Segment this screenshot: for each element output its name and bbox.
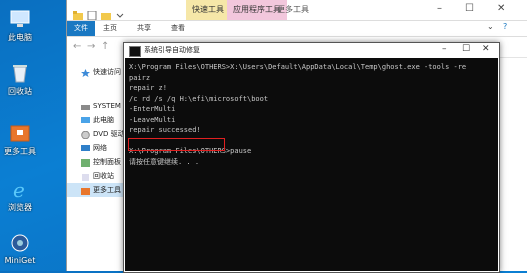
drive-icon [81,102,90,110]
dvd-icon [81,130,90,140]
desktop-icon-miniget[interactable]: MiniGet [0,232,40,265]
desktop-icon-label: 回收站 [8,87,32,96]
maximize-icon[interactable]: ☐ [462,44,470,54]
console-line: pairz [129,73,151,82]
desktop-icon-label: MiniGet [4,256,36,265]
console-line: repair z! [129,84,167,92]
desktop-icon-more-tools[interactable]: 更多工具 [0,122,40,157]
nav-item-label: SYSTEM [93,102,121,110]
new-folder-icon[interactable] [101,5,111,20]
svg-text:e: e [13,178,25,200]
console-line-success: repair successed! [129,126,201,134]
up-icon[interactable]: ↑ [101,41,109,52]
tab-home[interactable]: 主页 [103,21,117,36]
tab-file[interactable]: 文件 [67,21,95,36]
close-icon[interactable]: ✕ [482,44,490,54]
console-line: -EnterMulti [129,105,176,113]
console-line: -LeaveMulti [129,115,176,124]
nav-item-label: 控制面板 [93,158,121,166]
back-icon[interactable]: ← [73,41,81,52]
nav-item-network[interactable]: 网络 [67,141,127,155]
nav-item-label: 快速访问 [93,68,121,76]
control-panel-icon [81,158,90,167]
minimize-icon[interactable]: – [442,44,447,54]
console-output[interactable]: X:\Program Files\OTHERS>X:\Users\Default… [125,58,498,271]
close-icon[interactable]: ✕ [497,3,505,14]
desktop-icon-computer[interactable]: 此电脑 [0,8,40,43]
desktop-icon-recycle-bin[interactable]: 回收站 [0,62,40,97]
recycle-bin-icon [81,172,90,181]
nav-item-label: 更多工具 [93,186,121,194]
nav-item-more-tools[interactable]: 更多工具 [67,183,127,197]
desktop-icon-label: 浏览器 [8,203,32,212]
console-line: /c rd /s /q H:\efi\microsoft\boot [129,94,269,103]
highlight-box [128,138,225,151]
explorer-titlebar: 快速工具 应用程序工具 更多工具 – ☐ ✕ [67,0,527,21]
nav-item-label: 此电脑 [93,116,114,124]
console-line: 请按任意键继续. . . [129,157,200,166]
desktop-icon-label: 此电脑 [8,33,32,42]
nav-item-label: 网络 [93,144,107,152]
desktop-icon-label: 更多工具 [4,147,36,156]
console-line: X:\Program Files\OTHERS>X:\Users\Default… [129,63,467,71]
cmd-window-title: 系统引导自动修复 [144,46,200,54]
navigation-pane: 快速访问 SYSTEM 此电脑 DVD 驱动 网络 控制面板 回收站 更多工具 [67,57,127,271]
cmd-window: 系统引导自动修复 – ☐ ✕ X:\Program Files\OTHERS>X… [123,42,500,273]
forward-icon[interactable]: → [87,41,95,52]
cmd-titlebar: 系统引导自动修复 – ☐ ✕ [124,43,499,58]
ribbon-tabs: 文件 主页 共享 查看 ⌄ ? [67,21,527,37]
network-icon [81,144,90,152]
desktop-icon-ie-browser[interactable]: e 浏览器 [0,178,40,213]
ie-icon: e [8,178,32,202]
tab-share[interactable]: 共享 [137,21,151,36]
maximize-icon[interactable]: ☐ [465,3,474,14]
folder-icon [73,5,83,20]
cmd-icon [129,46,141,57]
miniget-icon [8,232,32,254]
chevron-down-icon[interactable]: ⌄ [487,22,494,31]
properties-icon[interactable] [87,5,97,21]
nav-item-control-panel[interactable]: 控制面板 [67,155,127,169]
toolbox-icon [8,122,32,144]
nav-item-system[interactable]: SYSTEM [67,99,127,113]
chevron-down-icon[interactable] [115,5,125,18]
recycle-bin-icon [8,62,32,84]
computer-icon [8,8,32,30]
nav-item-quick-access[interactable]: 快速访问 [67,65,127,79]
nav-item-this-pc[interactable]: 此电脑 [67,113,127,127]
computer-icon [81,116,90,124]
star-icon [81,68,90,77]
nav-item-label: 回收站 [93,172,114,180]
tab-view[interactable]: 查看 [171,21,185,36]
toolbox-icon [81,186,90,195]
nav-item-dvd[interactable]: DVD 驱动 [67,127,127,141]
window-title: 更多工具 [277,5,309,14]
tab-quick-tools[interactable]: 快速工具 [186,0,230,20]
nav-item-label: DVD 驱动 [93,130,125,138]
nav-item-recycle-bin[interactable]: 回收站 [67,169,127,183]
minimize-icon[interactable]: – [437,3,442,14]
help-icon[interactable]: ? [503,22,507,31]
